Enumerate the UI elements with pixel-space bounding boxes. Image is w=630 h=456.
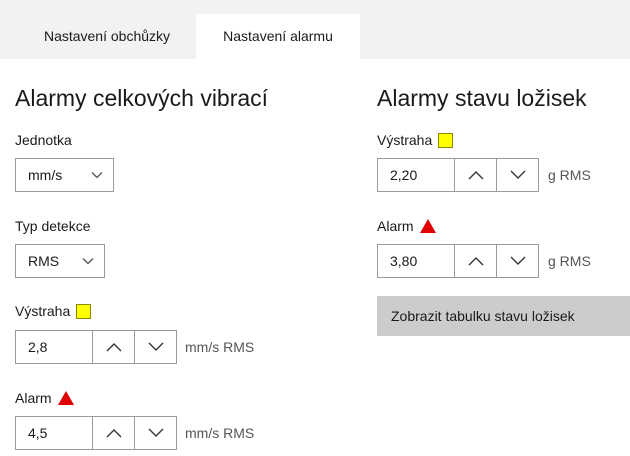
bearing-alarm-value[interactable]: 3,80 <box>378 245 455 277</box>
unit-label: Jednotka <box>15 132 72 148</box>
chevron-down-icon <box>91 172 103 179</box>
unit-select-value: mm/s <box>28 167 63 183</box>
chevron-up-icon <box>468 171 483 180</box>
alarm-triangle-icon <box>57 391 74 405</box>
alarm-triangle-icon <box>419 219 436 233</box>
bearing-condition-title: Alarmy stavu ložisek <box>377 85 587 111</box>
bearing-alarm-label: Alarm <box>377 218 436 234</box>
bearing-alarm-unit: g RMS <box>548 253 591 269</box>
tab-route-settings[interactable]: Nastavení obchůzky <box>19 14 195 59</box>
chevron-up-icon <box>468 257 483 266</box>
warning-square-icon <box>438 132 454 148</box>
chevron-up-icon <box>106 343 121 352</box>
chevron-down-icon <box>510 256 525 265</box>
overall-alarm-value[interactable]: 4,5 <box>16 417 93 449</box>
tab-bar: Nastavení obchůzky Nastavení alarmu <box>0 0 630 59</box>
bearing-alarm-stepper[interactable]: 3,80 <box>377 244 539 278</box>
bearing-warning-value[interactable]: 2,20 <box>378 159 455 191</box>
detection-type-value: RMS <box>28 253 60 269</box>
overall-warning-decrement-button[interactable] <box>135 331 176 363</box>
bearing-alarm-decrement-button[interactable] <box>497 245 538 277</box>
unit-select[interactable]: mm/s <box>15 158 114 192</box>
bearing-alarm-label-text: Alarm <box>377 218 414 234</box>
overall-warning-label-text: Výstraha <box>15 303 71 319</box>
overall-warning-value[interactable]: 2,8 <box>16 331 93 363</box>
detection-type-select[interactable]: RMS <box>15 244 105 278</box>
overall-alarm-increment-button[interactable] <box>93 417 135 449</box>
chevron-down-icon <box>148 342 163 351</box>
overall-warning-label: Výstraha <box>15 303 92 319</box>
bearing-warning-decrement-button[interactable] <box>497 159 538 191</box>
bearing-warning-unit: g RMS <box>548 167 591 183</box>
warning-square-icon <box>76 303 92 319</box>
bearing-alarm-increment-button[interactable] <box>455 245 497 277</box>
bearing-warning-stepper[interactable]: 2,20 <box>377 158 539 192</box>
chevron-down-icon <box>148 428 163 437</box>
overall-alarm-label-text: Alarm <box>15 390 52 406</box>
bearing-warning-increment-button[interactable] <box>455 159 497 191</box>
chevron-down-icon <box>510 170 525 179</box>
show-bearing-table-button[interactable]: Zobrazit tabulku stavu ložisek <box>377 296 630 336</box>
overall-warning-stepper[interactable]: 2,8 <box>15 330 177 364</box>
overall-warning-increment-button[interactable] <box>93 331 135 363</box>
overall-alarm-label: Alarm <box>15 390 74 406</box>
overall-warning-unit: mm/s RMS <box>185 339 255 355</box>
overall-vibration-title: Alarmy celkových vibrací <box>15 85 269 111</box>
bearing-warning-label: Výstraha <box>377 132 454 148</box>
chevron-up-icon <box>106 429 121 438</box>
tab-alarm-settings[interactable]: Nastavení alarmu <box>196 14 360 59</box>
chevron-down-icon <box>82 258 94 265</box>
overall-alarm-unit: mm/s RMS <box>185 425 255 441</box>
detection-type-label: Typ detekce <box>15 218 91 234</box>
overall-alarm-decrement-button[interactable] <box>135 417 176 449</box>
overall-alarm-stepper[interactable]: 4,5 <box>15 416 177 450</box>
bearing-warning-label-text: Výstraha <box>377 132 433 148</box>
